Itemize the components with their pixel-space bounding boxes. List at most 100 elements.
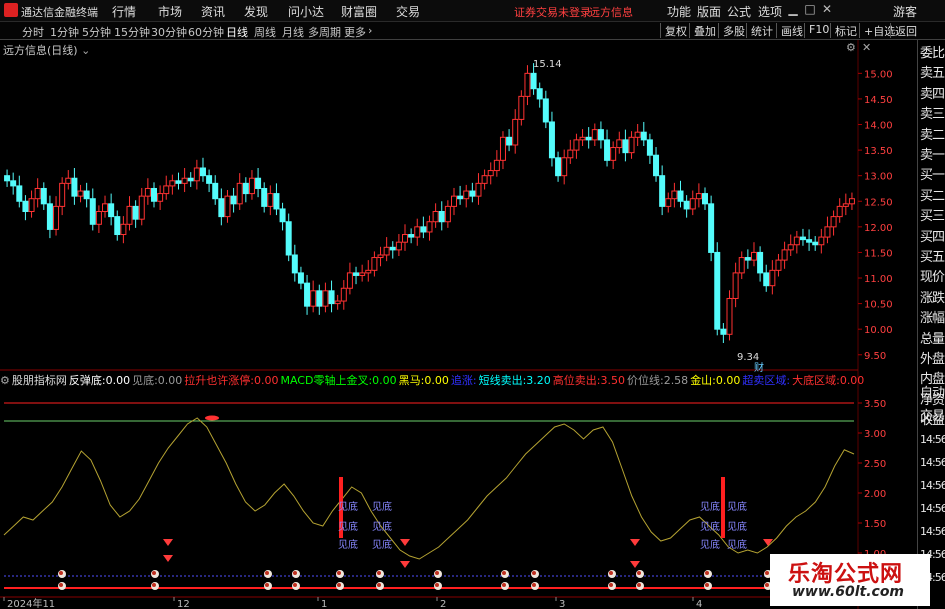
candle-body — [4, 175, 11, 182]
menu-item[interactable]: 市场 — [158, 3, 182, 20]
candle-body — [812, 241, 819, 246]
indicator-value: 黑马:0.00 — [398, 374, 449, 387]
price-label: 11.50 — [864, 248, 893, 259]
sidebar-item[interactable]: 买一 — [920, 166, 945, 186]
candle-body — [683, 200, 690, 210]
candle-body — [65, 177, 72, 184]
tab-period[interactable]: 月线 — [282, 24, 304, 40]
menu-item[interactable]: 问小达 — [288, 3, 324, 20]
user-label[interactable]: 游客 — [893, 3, 917, 20]
candle-body — [108, 203, 115, 218]
candle-body — [469, 190, 476, 197]
sidebar-item[interactable]: 外盘 — [920, 350, 945, 370]
candle-body — [836, 205, 843, 218]
price-label: 9.50 — [864, 351, 886, 362]
sidebar-item[interactable]: 委比 — [920, 44, 945, 64]
candle-body — [193, 167, 200, 182]
candle-body — [83, 190, 90, 200]
date-label: 4 — [696, 599, 702, 609]
bottom-signal-label: 见底 — [700, 500, 720, 513]
candle-body — [267, 193, 274, 207]
tab-period[interactable]: 30分钟 — [151, 24, 187, 40]
sidebar-item[interactable]: 卖四 — [920, 85, 945, 105]
candle-body — [548, 121, 555, 159]
sidebar-item[interactable]: 卖一 — [920, 146, 945, 166]
bottom-pattern-dot — [532, 583, 536, 587]
candle-body — [77, 190, 84, 197]
bottom-signal-label: 见底 — [338, 520, 358, 533]
menu-right-item[interactable]: 选项 — [758, 3, 782, 20]
menu-item[interactable]: 行情 — [112, 3, 136, 20]
maximize-icon[interactable]: □ — [803, 2, 817, 18]
sidebar-item[interactable]: 卖五 — [920, 64, 945, 84]
candle-body — [28, 198, 35, 212]
minimize-icon[interactable]: ▁ — [786, 2, 800, 18]
candle-body — [242, 182, 249, 195]
candle-body — [561, 157, 568, 177]
candle-body — [499, 136, 506, 161]
kline-chart[interactable]: 15.0014.5014.0013.5013.0012.5012.0011.50… — [0, 40, 917, 609]
menu-item[interactable]: 财富圈 — [341, 3, 377, 20]
tab-period[interactable]: 多周期 — [308, 24, 341, 40]
tab-period-active[interactable]: 日线 — [226, 24, 248, 40]
price-label: 15.00 — [864, 69, 893, 80]
sidebar-item[interactable]: 卖二 — [920, 126, 945, 146]
ind-axis-label: 3.50 — [864, 399, 886, 410]
candle-body — [371, 257, 378, 271]
sidebar-item[interactable]: 买五 — [920, 248, 945, 268]
tab-period[interactable]: 周线 — [254, 24, 276, 40]
tab-period[interactable]: 1分钟 — [50, 24, 79, 40]
toolbar-button[interactable]: F10 — [804, 23, 833, 38]
sidebar-item[interactable]: 总量 — [920, 330, 945, 350]
toolbar-button[interactable]: 多股 — [718, 23, 749, 38]
indicator-value: 高位卖出:3.50 — [552, 374, 625, 387]
sidebar-item[interactable]: 卖三 — [920, 105, 945, 125]
toolbar-button[interactable]: 画线 — [776, 23, 807, 38]
tab-period[interactable]: 更多 — [344, 24, 366, 40]
bottom-pattern-dot — [265, 583, 269, 587]
candle-body — [475, 182, 482, 197]
candle-body — [304, 282, 311, 307]
close-icon[interactable]: ✕ — [820, 2, 834, 18]
tab-period[interactable]: 5分钟 — [82, 24, 111, 40]
menu-item[interactable]: 发现 — [244, 3, 268, 20]
menu-right-item[interactable]: 公式 — [727, 3, 751, 20]
candle-body — [830, 216, 837, 228]
candle-body — [163, 185, 170, 195]
diamond-icon — [163, 555, 173, 562]
price-label: 10.50 — [864, 300, 893, 311]
tab-period[interactable]: 分时 — [22, 24, 44, 40]
candle-body — [518, 95, 525, 120]
sidebar-item[interactable]: 涨跌 — [920, 289, 945, 309]
chevron-right-icon[interactable]: › — [368, 24, 372, 37]
menu-right-item[interactable]: 版面 — [697, 3, 721, 20]
toolbar-button[interactable]: 复权 — [660, 23, 691, 38]
sidebar-item[interactable]: 买四 — [920, 228, 945, 248]
sidebar-item[interactable]: 买二 — [920, 187, 945, 207]
ind-axis-label: 3.00 — [864, 429, 886, 440]
toolbar-button[interactable]: 叠加 — [689, 23, 720, 38]
candle-body — [144, 187, 151, 197]
menu-right-item[interactable]: 功能 — [667, 3, 691, 20]
indicator-name[interactable]: 股朋指标网 — [12, 374, 67, 387]
toolbar-button[interactable]: 返回 — [890, 23, 921, 38]
tab-period[interactable]: 60分钟 — [188, 24, 224, 40]
sidebar-item[interactable]: 现价 — [920, 268, 945, 288]
toolbar-button[interactable]: 标记 — [830, 23, 861, 38]
candle-body — [444, 205, 451, 223]
login-warning[interactable]: 证券交易未登录 — [514, 4, 591, 20]
candle-body — [279, 208, 286, 223]
toolbar-button[interactable]: 统计 — [746, 23, 777, 38]
candle-body — [450, 195, 457, 207]
candle-body — [463, 190, 470, 200]
menu-item[interactable]: 交易 — [396, 3, 420, 20]
sidebar-item[interactable]: 涨幅 — [920, 309, 945, 329]
candle-body — [310, 290, 317, 307]
menu-item[interactable]: 资讯 — [201, 3, 225, 20]
ind-axis-label: 2.50 — [864, 459, 886, 470]
sidebar-item[interactable]: 买三 — [920, 207, 945, 227]
tab-period[interactable]: 15分钟 — [114, 24, 150, 40]
gear-icon[interactable]: ⚙ — [0, 374, 10, 387]
candle-body — [848, 198, 855, 205]
candle-body — [493, 159, 500, 172]
